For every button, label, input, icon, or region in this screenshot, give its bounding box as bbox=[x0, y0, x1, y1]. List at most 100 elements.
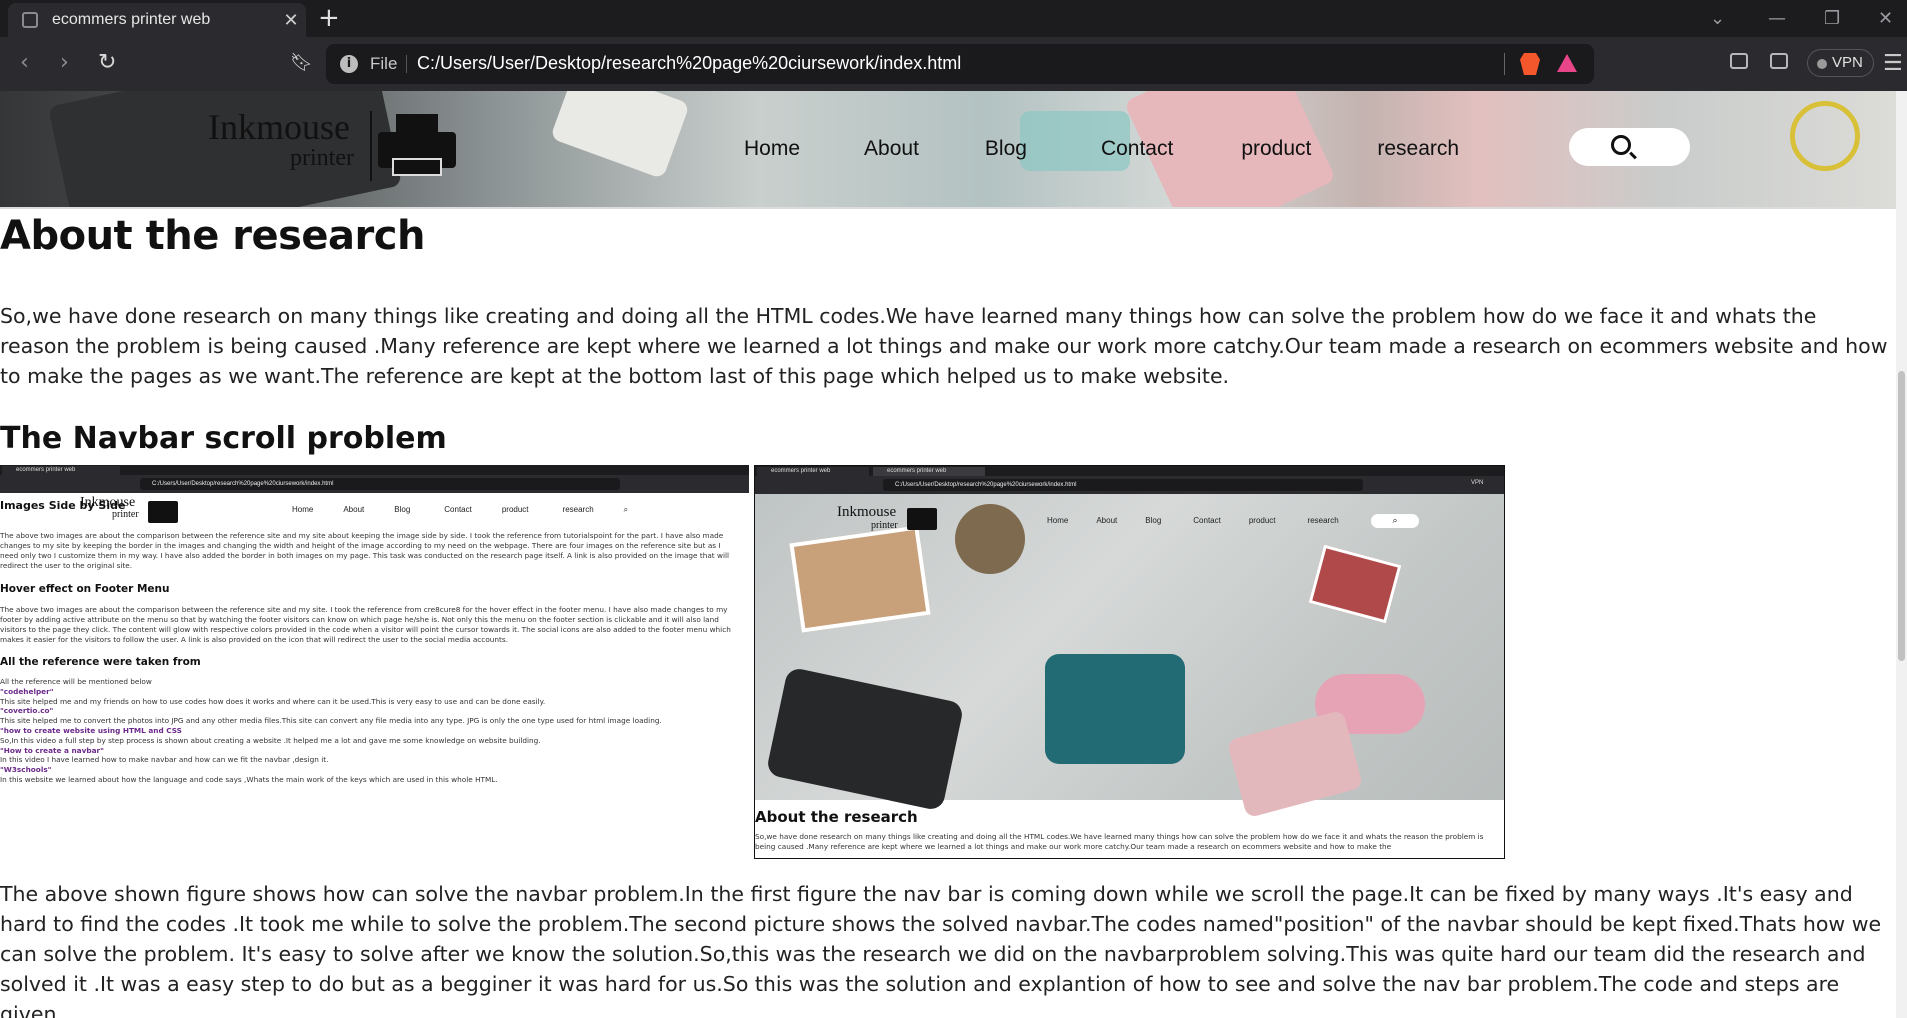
logo-subtext: printer bbox=[290, 145, 354, 171]
fig1-nav-contact: Contact bbox=[444, 505, 472, 514]
site-info-icon[interactable]: i bbox=[340, 55, 358, 73]
fig1-text-hover: The above two images are about the compa… bbox=[0, 605, 731, 644]
fig1-ref-intro: All the reference will be mentioned belo… bbox=[0, 677, 152, 686]
fig2-vpn-label: VPN bbox=[1471, 480, 1484, 486]
printer-logo-icon bbox=[378, 114, 456, 176]
url-text[interactable]: C:/Users/User/Desktop/research%20page%20… bbox=[417, 53, 961, 74]
close-window-icon[interactable]: ✕ bbox=[1878, 8, 1893, 29]
fig1-search-icon: ⌕ bbox=[623, 505, 629, 514]
figure-navbar-problem: ecommers printer web C:/Users/User/Deskt… bbox=[0, 465, 749, 859]
vpn-status-icon bbox=[1817, 59, 1827, 69]
wallet-icon[interactable] bbox=[1770, 53, 1788, 69]
tab-search-chevron-icon[interactable]: ⌄ bbox=[1710, 8, 1725, 29]
browser-tab-strip: ecommers printer web ✕ + ⌄ — ❐ ✕ bbox=[0, 0, 1907, 37]
fig1-ref-text: This site helped me to convert the photo… bbox=[0, 716, 662, 726]
fig1-ref-link: "W3schools" bbox=[0, 765, 52, 775]
fig2-heading: About the research bbox=[755, 808, 918, 826]
search-icon bbox=[1611, 135, 1631, 155]
logo-text[interactable]: Inkmouse bbox=[208, 109, 350, 145]
fig1-reference-list: All the reference will be mentioned belo… bbox=[0, 677, 740, 785]
browser-toolbar: ‹ › ↻ 🔖︎ i File C:/Users/User/Desktop/re… bbox=[0, 37, 1907, 91]
fig1-tab: ecommers printer web bbox=[2, 466, 120, 475]
fig1-ref-link: "codehelper" bbox=[0, 686, 54, 696]
page-title: About the research bbox=[0, 213, 425, 259]
fig2-printer-shape bbox=[765, 666, 965, 812]
site-header: Inkmouse printer Home About Blog Contact… bbox=[0, 91, 1896, 209]
address-bar[interactable]: i File C:/Users/User/Desktop/research%20… bbox=[326, 44, 1594, 84]
nav-about[interactable]: About bbox=[864, 137, 919, 161]
tab-title: ecommers printer web bbox=[52, 11, 211, 28]
fig1-toolbar: C:/Users/User/Desktop/research%20page%20… bbox=[0, 475, 749, 493]
restore-window-icon[interactable]: ❐ bbox=[1824, 8, 1840, 29]
vpn-label: VPN bbox=[1832, 54, 1863, 71]
section-heading: The Navbar scroll problem bbox=[0, 421, 447, 456]
fig2-pink-printer-shape bbox=[1226, 709, 1364, 819]
fig2-tab: ecommers printer web bbox=[757, 467, 869, 476]
figure-navbar-solved: ecommers printer web ecommers printer we… bbox=[754, 465, 1505, 859]
page-favicon-icon bbox=[22, 12, 38, 28]
logo-divider bbox=[370, 111, 372, 181]
fig2-text: So,we have done research on many things … bbox=[755, 832, 1484, 851]
brave-rewards-icon[interactable] bbox=[1557, 54, 1577, 72]
fig1-nav-product: product bbox=[501, 505, 529, 514]
fig1-ref-text: So,In this video a full step by step pro… bbox=[0, 735, 541, 745]
fig2-printer-icon bbox=[907, 508, 937, 530]
fig1-ref-link: "how to create website using HTML and CS… bbox=[0, 725, 182, 735]
page-scrollbar[interactable] bbox=[1896, 91, 1907, 1018]
fig2-search-icon: ⌕ bbox=[1371, 514, 1419, 528]
fig1-nav-about: About bbox=[343, 505, 365, 514]
reload-icon[interactable]: ↻ bbox=[98, 50, 116, 75]
new-tab-button[interactable]: + bbox=[318, 4, 340, 32]
fig2-camera-shape bbox=[1045, 654, 1185, 764]
intro-paragraph: So,we have done research on many things … bbox=[0, 304, 1888, 388]
nav-product[interactable]: product bbox=[1241, 137, 1311, 161]
fig1-url: C:/Users/User/Desktop/research%20page%20… bbox=[140, 478, 620, 490]
fig2-nav-blog: Blog bbox=[1145, 516, 1162, 525]
fig2-nav-research: research bbox=[1307, 516, 1339, 525]
browser-menu-icon[interactable]: ☰ bbox=[1883, 51, 1903, 76]
fig1-nav-home: Home bbox=[292, 505, 314, 514]
forward-icon[interactable]: › bbox=[60, 50, 69, 75]
fig2-nav: Home About Blog Contact product research bbox=[1047, 516, 1339, 525]
fig1-heading-hover: Hover effect on Footer Menu bbox=[0, 583, 170, 595]
fig2-logo-text: Inkmouse bbox=[837, 504, 897, 520]
fig2-url: C:/Users/User/Desktop/research%20page%20… bbox=[883, 479, 1363, 491]
site-nav: Home About Blog Contact product research bbox=[744, 137, 1459, 161]
fig2-photo-shape bbox=[789, 525, 931, 633]
browser-tab[interactable]: ecommers printer web ✕ bbox=[8, 3, 306, 37]
fig1-heading-refs: All the reference were taken from bbox=[0, 656, 201, 668]
page-viewport: Inkmouse printer Home About Blog Contact… bbox=[0, 91, 1896, 1018]
fig1-logo-subtext: printer bbox=[112, 509, 139, 520]
bookmark-icon[interactable]: 🔖︎ bbox=[290, 52, 313, 73]
nav-contact[interactable]: Contact bbox=[1101, 137, 1173, 161]
hero-photo-shape bbox=[549, 91, 691, 180]
fig2-nav-contact: Contact bbox=[1193, 516, 1221, 525]
back-icon[interactable]: ‹ bbox=[20, 50, 29, 75]
fig1-ref-link: "covertio.co" bbox=[0, 706, 54, 716]
fig1-nav-research: research bbox=[562, 505, 594, 514]
fig2-nav-about: About bbox=[1096, 516, 1118, 525]
fig1-tab-strip: ecommers printer web bbox=[0, 465, 749, 475]
address-divider bbox=[1504, 53, 1505, 75]
fig1-ref-text: In this website we learned about how the… bbox=[0, 774, 498, 784]
scrollbar-thumb[interactable] bbox=[1898, 371, 1905, 661]
brave-shields-icon[interactable] bbox=[1520, 53, 1540, 75]
fig2-tab-active: ecommers printer web bbox=[873, 467, 985, 476]
vpn-button[interactable]: VPN bbox=[1807, 49, 1874, 77]
fig2-cactus-shape bbox=[955, 504, 1025, 574]
minimize-window-icon[interactable]: — bbox=[1768, 8, 1786, 29]
nav-home[interactable]: Home bbox=[744, 137, 800, 161]
fig2-nav-product: product bbox=[1248, 516, 1276, 525]
fig2-tab-strip: ecommers printer web ecommers printer we… bbox=[755, 466, 1504, 476]
fig2-nav-home: Home bbox=[1047, 516, 1069, 525]
nav-blog[interactable]: Blog bbox=[985, 137, 1027, 161]
fig2-toolbar: C:/Users/User/Desktop/research%20page%20… bbox=[755, 476, 1504, 494]
fig1-ref-link: "How to create a navbar" bbox=[0, 745, 104, 755]
file-scheme-label: File bbox=[370, 54, 398, 73]
nav-research[interactable]: research bbox=[1377, 137, 1459, 161]
address-separator bbox=[406, 55, 407, 73]
search-button[interactable] bbox=[1569, 128, 1690, 166]
sidebar-icon[interactable] bbox=[1730, 53, 1748, 69]
fig1-printer-icon bbox=[148, 501, 178, 523]
close-tab-icon[interactable]: ✕ bbox=[276, 10, 306, 31]
